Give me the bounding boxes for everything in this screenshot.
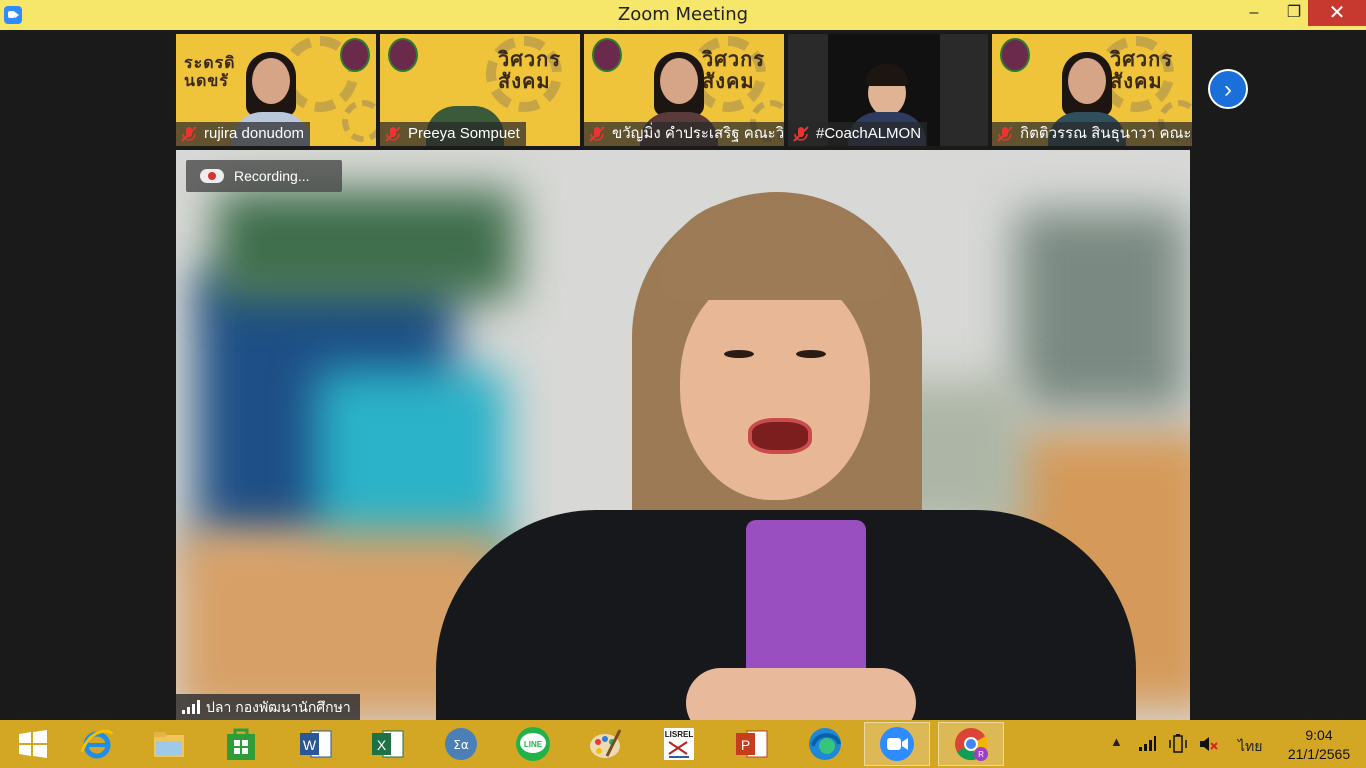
gear-graphic (342, 100, 376, 142)
participant-name-bar: ขวัญมิ่ง คำประเสริฐ คณะวิ... (584, 122, 784, 146)
ie-icon (80, 729, 114, 759)
zoom-icon (880, 727, 914, 761)
mic-muted-icon (180, 125, 198, 143)
speaker-name-bar: ปลา กองพัฒนานักศึกษา (176, 694, 360, 720)
internet-explorer-button[interactable] (64, 722, 130, 766)
powerpoint-icon: P (736, 730, 768, 758)
mic-muted-icon (996, 125, 1014, 143)
windows-taskbar: W X Σα LINE LISREL P R ▲ ไทย 9:04 21/1/2… (0, 720, 1366, 768)
participant-name-bar: กิตติวรรณ สินธุนาวา คณะ... (992, 122, 1192, 146)
participant-tile[interactable]: ระดรดิ นดขรั rujira donudom (176, 34, 376, 146)
participant-name: กิตติวรรณ สินธุนาวา คณะ... (1020, 125, 1192, 142)
folder-icon (154, 732, 184, 757)
palette-icon (590, 729, 622, 758)
word-button[interactable]: W (282, 722, 348, 766)
svg-text:P: P (741, 737, 750, 753)
svg-text:LISREL: LISREL (665, 730, 694, 739)
powerpoint-button[interactable]: P (718, 722, 784, 766)
lisrel-icon: LISREL (664, 728, 694, 760)
lisrel-button[interactable]: LISREL (646, 722, 712, 766)
university-seal-icon (340, 38, 370, 72)
participant-name-bar: #CoachALMON (788, 122, 928, 146)
recording-label: Recording... (234, 168, 310, 184)
close-button[interactable]: ✕ (1308, 0, 1366, 26)
math-icon: Σα (445, 728, 477, 760)
participant-name-bar: Preeya Sompuet (380, 122, 526, 146)
svg-text:R: R (978, 750, 984, 759)
speaker-name: ปลา กองพัฒนานักศึกษา (206, 699, 351, 715)
participant-tile[interactable]: วิศวกร สังคม กิตติวรรณ สินธุนาวา คณะ... (992, 34, 1192, 146)
language-indicator[interactable]: ไทย (1238, 736, 1262, 758)
mic-muted-icon (792, 125, 810, 143)
participant-tile[interactable]: #CoachALMON (788, 34, 988, 146)
edge-button[interactable] (792, 722, 858, 766)
line-icon: LINE (516, 727, 550, 761)
participant-thumbnails: ระดรดิ นดขรั rujira donudom วิศวกร สังคม… (0, 30, 1366, 148)
title-bar: Zoom Meeting ‒ ❐ ✕ (0, 0, 1366, 30)
cloud-record-icon (200, 169, 224, 183)
show-hidden-icons-icon[interactable]: ▲ (1110, 734, 1123, 749)
svg-text:X: X (377, 737, 387, 753)
excel-icon: X (372, 730, 404, 758)
store-icon (227, 728, 255, 760)
battery-power-icon[interactable] (1168, 734, 1190, 754)
file-explorer-button[interactable] (136, 722, 202, 766)
recording-indicator[interactable]: Recording... (186, 160, 342, 192)
chrome-button[interactable]: R (938, 722, 1004, 766)
mic-muted-icon (384, 125, 402, 143)
word-icon: W (300, 730, 332, 758)
math-input-button[interactable]: Σα (428, 722, 494, 766)
university-seal-icon (592, 38, 622, 72)
svg-text:W: W (303, 737, 317, 753)
zoom-button[interactable] (864, 722, 930, 766)
start-button[interactable] (0, 722, 66, 766)
speaker-figure (436, 190, 1136, 720)
participant-name: rujira donudom (204, 125, 305, 142)
edge-icon (809, 728, 841, 760)
participant-tile[interactable]: วิศวกร สังคม ขวัญมิ่ง คำประเสริฐ คณะวิ..… (584, 34, 784, 146)
minimize-button[interactable]: ‒ (1232, 0, 1276, 26)
participant-name-bar: rujira donudom (176, 122, 311, 146)
store-button[interactable] (208, 722, 274, 766)
participant-tile[interactable]: วิศวกร สังคม Preeya Sompuet (380, 34, 580, 146)
participant-name: #CoachALMON (816, 125, 922, 142)
svg-text:Σα: Σα (453, 738, 469, 752)
mic-muted-icon (588, 125, 606, 143)
participant-name: Preeya Sompuet (408, 125, 520, 142)
chevron-right-icon[interactable]: › (1208, 69, 1248, 109)
network-signal-icon[interactable] (1138, 736, 1156, 752)
line-button[interactable]: LINE (500, 722, 566, 766)
clock-time: 9:04 (1305, 727, 1333, 743)
university-seal-icon (1000, 38, 1030, 72)
windows-logo-icon (19, 730, 47, 758)
volume-muted-icon[interactable] (1198, 734, 1220, 754)
excel-button[interactable]: X (354, 722, 420, 766)
banner-text: วิศวกร สังคม (498, 47, 562, 93)
paint-button[interactable] (572, 722, 638, 766)
chrome-icon: R (955, 728, 989, 761)
connection-signal-icon (182, 700, 200, 714)
participant-name: ขวัญมิ่ง คำประเสริฐ คณะวิ... (612, 125, 784, 142)
svg-text:LINE: LINE (524, 740, 543, 749)
university-seal-icon (388, 38, 418, 72)
system-clock[interactable]: 9:04 21/1/2565 (1276, 726, 1362, 764)
active-speaker-video: Recording... ปลา กองพัฒนานักศึกษา (176, 150, 1190, 720)
clock-date: 21/1/2565 (1287, 746, 1351, 762)
window-title: Zoom Meeting (617, 4, 749, 25)
